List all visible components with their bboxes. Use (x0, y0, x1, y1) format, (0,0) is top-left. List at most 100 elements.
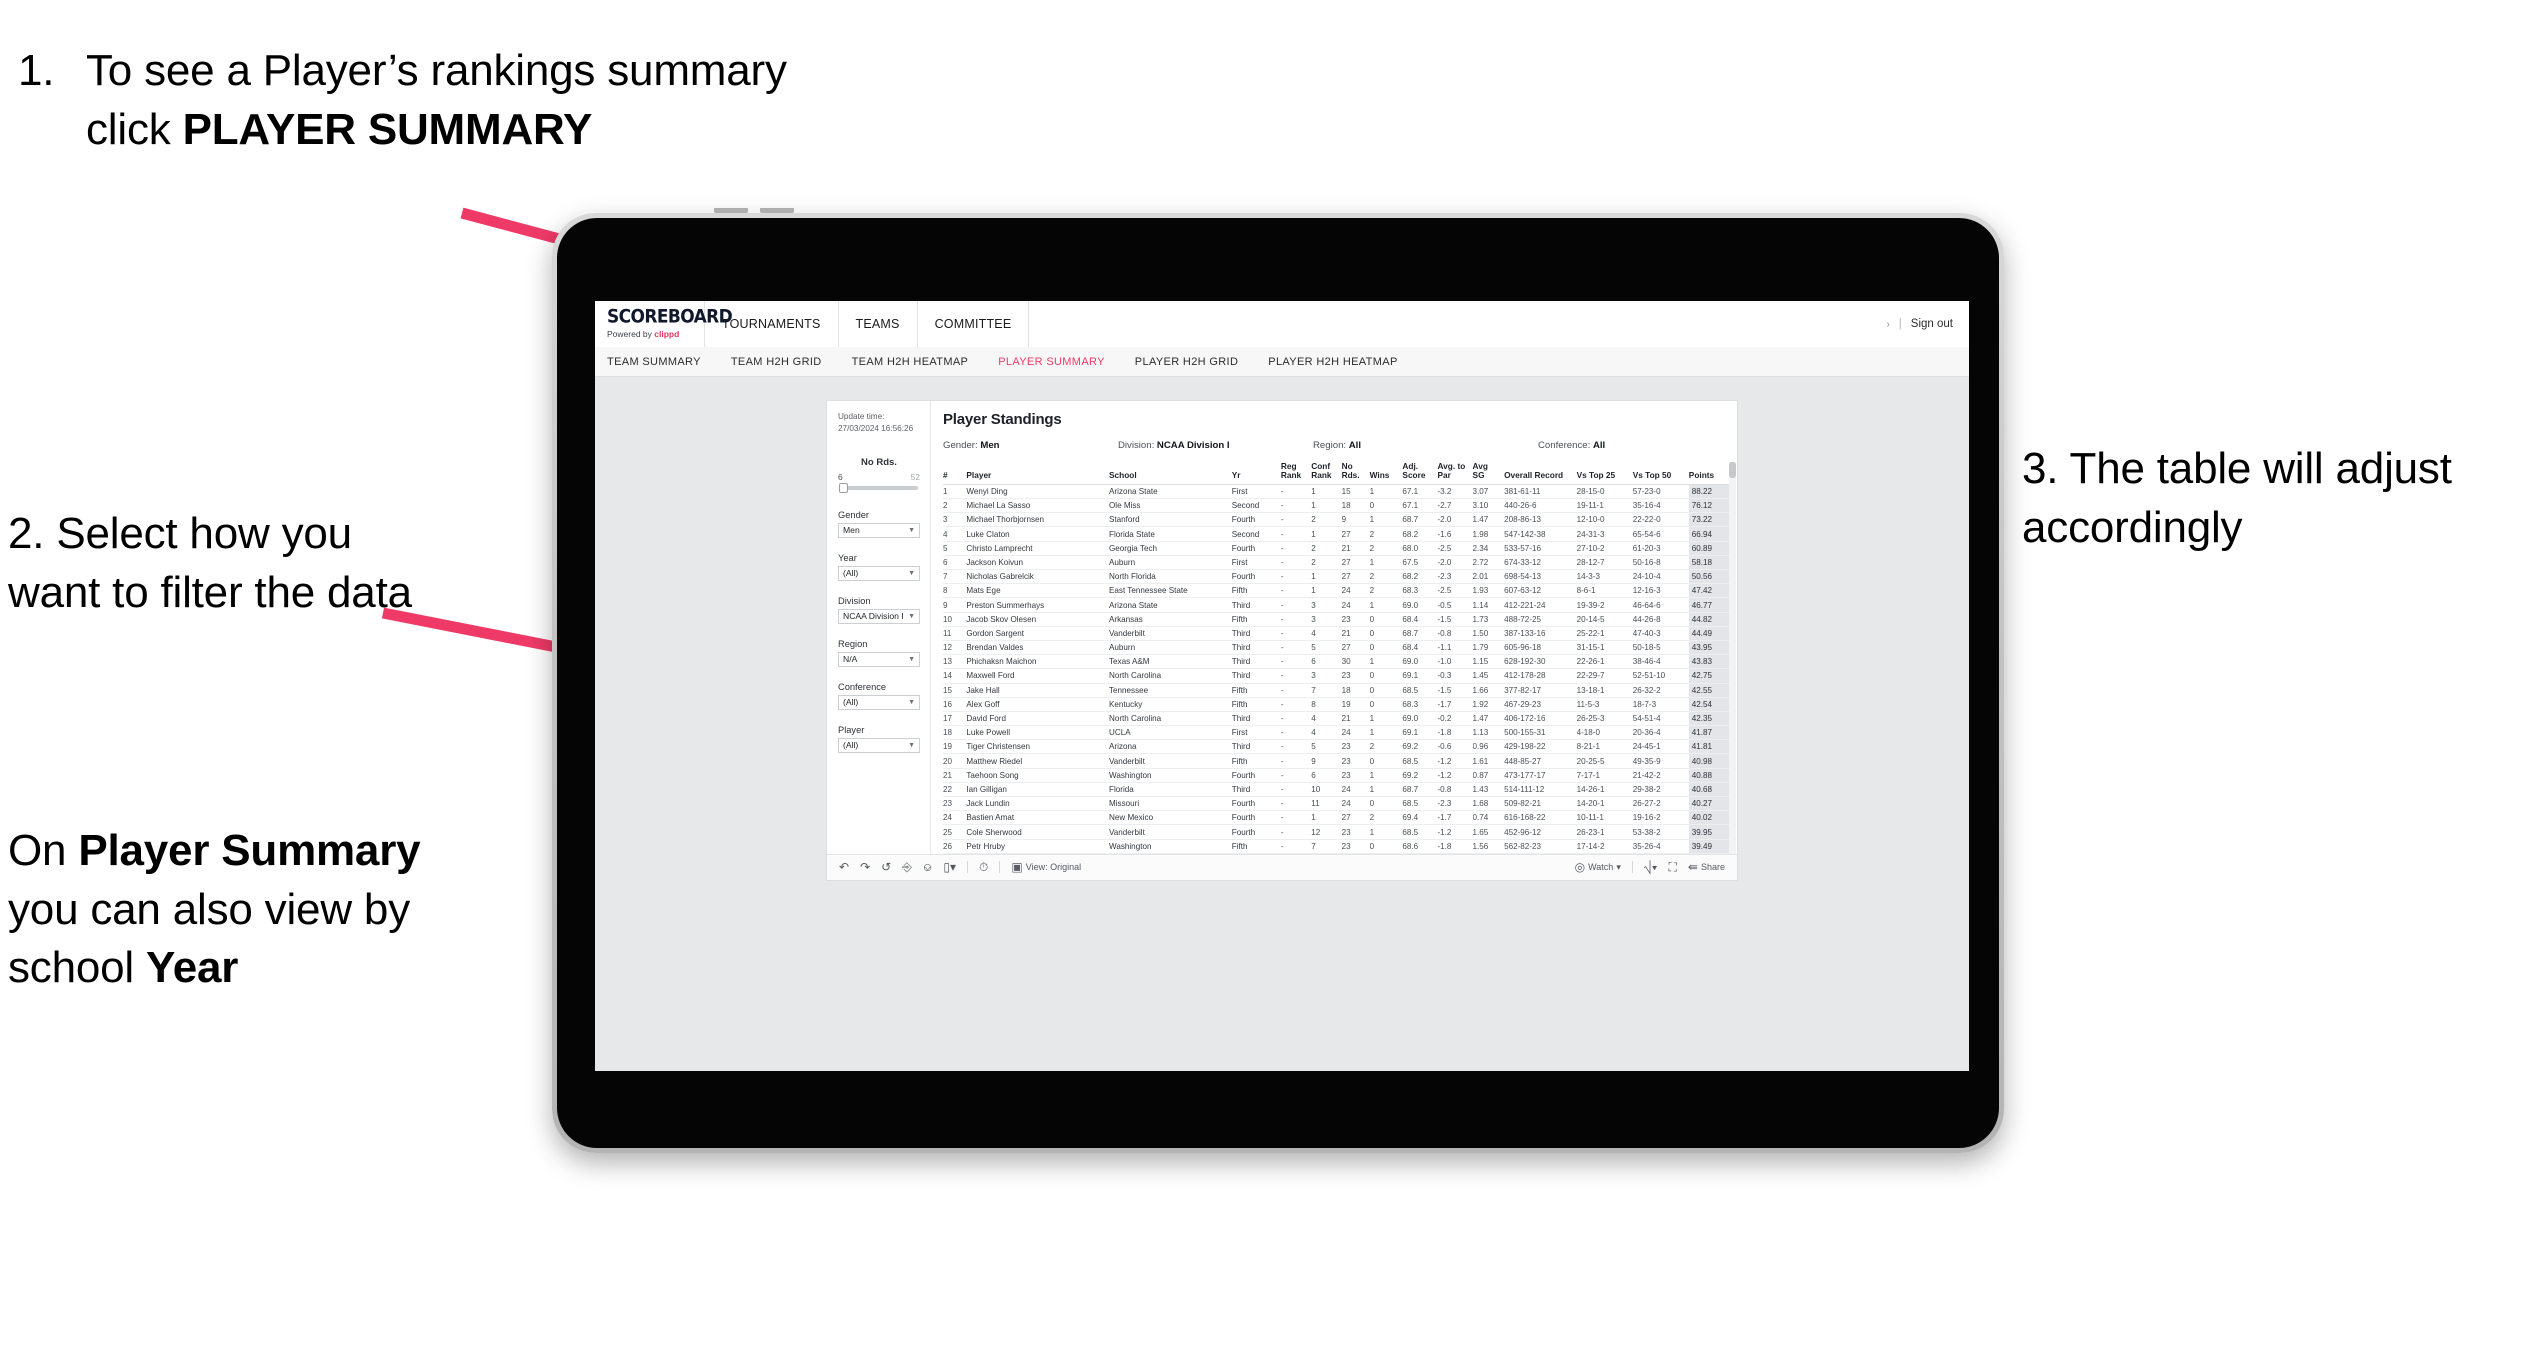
table-row[interactable]: 14 Maxwell Ford North Carolina Third -3 23 0 69… (943, 668, 1731, 684)
filter-year-label: Year (838, 552, 857, 563)
pause-updates-icon[interactable]: ⎉ (923, 861, 933, 873)
summary-division-value: NCAA Division I (1156, 440, 1230, 451)
tab-team-summary[interactable]: TEAM SUMMARY (607, 347, 717, 376)
redo-icon[interactable]: ↷ (860, 861, 870, 873)
tab-player-summary[interactable]: PLAYER SUMMARY (998, 347, 1121, 376)
table-row[interactable]: 18 Luke Powell UCLA First -4 24 1 69.1 -1.8 1.13 5… (943, 725, 1731, 741)
table-row[interactable]: 16 Alex Goff Kentucky Fifth -8 19 0 68.3 -1.7 1.9… (943, 697, 1731, 712)
nav-item-teams[interactable]: TEAMS (839, 301, 918, 347)
cell-reg-rank: - (1280, 796, 1312, 812)
table-row[interactable]: 22 Ian Gilligan Florida Third -10 24 1 68.7 -0.8… (943, 782, 1731, 798)
column-header-vs-top50[interactable]: Vs Top 50 (1632, 462, 1689, 485)
table-row[interactable]: 21 Taehoon Song Washington Fourth -6 23 1 69.2-… (943, 768, 1731, 783)
filter-conference-select[interactable]: (All) ▼ (838, 694, 920, 710)
sign-out-button[interactable]: Sign out (1911, 318, 1953, 330)
column-header-reg-rank[interactable]: Reg Rank (1280, 461, 1312, 485)
cell-vs-top25: 28-12-7 (1576, 555, 1633, 571)
column-header-overall-record[interactable]: Overall Record (1504, 462, 1577, 485)
view-dropdown-icon[interactable]: ▯▾ (943, 861, 956, 873)
table-row[interactable]: 9 Preston Summerhays Arizona State Third -3 2… (943, 597, 1731, 613)
cell-avg-to-par: -1.5 (1437, 683, 1473, 698)
table-row[interactable]: 4 Luke Claton Florida State Second -1 27 2 68.2… (943, 526, 1731, 542)
table-row[interactable]: 5 Christo Lamprecht Georgia Tech Fourth -2 21… (943, 541, 1731, 556)
column-header-vs-top25[interactable]: Vs Top 25 (1576, 462, 1633, 485)
cell-yr: Fifth (1231, 697, 1281, 712)
nav-item-committee[interactable]: COMMITTEE (918, 301, 1030, 347)
filter-region-select[interactable]: N/A ▼ (838, 651, 920, 667)
cell-adj-score: 69.0 (1402, 597, 1438, 613)
cell-yr: Fifth (1231, 683, 1281, 698)
tab-player-h2h-grid[interactable]: PLAYER H2H GRID (1135, 347, 1254, 376)
tab-team-h2h-heatmap[interactable]: TEAM H2H HEATMAP (852, 347, 985, 376)
tab-player-h2h-heatmap[interactable]: PLAYER H2H HEATMAP (1268, 347, 1413, 376)
cell-points: 41.87 (1688, 725, 1731, 741)
column-header-yr[interactable]: Yr (1231, 462, 1281, 485)
table-row[interactable]: 7 Nicholas Gabrelcik North Florida Fourth -1… (943, 569, 1731, 585)
cell-adj-score: 67.1 (1402, 498, 1438, 514)
table-row[interactable]: 25 Cole Sherwood Vanderbilt Fourth -12 23 1 68.… (943, 824, 1731, 840)
no-rounds-slider-handle[interactable] (839, 482, 848, 493)
cell-conf-rank: 2 (1311, 555, 1342, 571)
tab-team-h2h-grid[interactable]: TEAM H2H GRID (731, 347, 838, 376)
undo-icon[interactable]: ↶ (839, 861, 849, 873)
cell-reg-rank: - (1280, 612, 1312, 627)
filter-gender-select[interactable]: Men ▼ (838, 522, 920, 538)
column-header-player[interactable]: Player (966, 462, 1109, 485)
column-header-school[interactable]: School (1109, 462, 1232, 485)
summary-region-label: Region: (1313, 440, 1349, 451)
table-row[interactable]: 8 Mats Ege East Tennessee State Fifth -1 24 2 6… (943, 583, 1731, 599)
table-vertical-scrollbar[interactable] (1729, 462, 1736, 854)
callout-2b-b2: Year (146, 943, 239, 993)
column-header-wins[interactable]: Wins (1369, 462, 1403, 485)
column-header-conf-rank[interactable]: Conf Rank (1311, 461, 1342, 485)
table-row[interactable]: 6 Jackson Koivun Auburn First -2 27 1 67.5 -2.0 2… (943, 555, 1731, 571)
account-chevron-icon[interactable]: › (1886, 319, 1889, 330)
watch-button[interactable]: ◎ Watch ▾ (1575, 861, 1621, 873)
alert-icon[interactable]: ⏱ (979, 861, 988, 873)
revert-icon[interactable]: ↺ (881, 861, 891, 873)
table-row[interactable]: 13 Phichaksn Maichon Texas A&M Third -6 30 1 69… (943, 654, 1731, 670)
column-header-rank[interactable]: # (943, 462, 967, 485)
download-icon[interactable]: ⎷▾ (1644, 861, 1658, 873)
filter-player-select[interactable]: (All) ▼ (838, 737, 920, 753)
table-row[interactable]: 10 Jacob Skov Olesen Arkansas Fifth -3 23 0 68.… (943, 612, 1731, 627)
share-button[interactable]: ⇚ Share (1688, 861, 1725, 873)
cell-vs-top50: 20-36-4 (1632, 725, 1689, 741)
summary-conference-label: Conference: (1538, 440, 1593, 451)
refresh-data-icon[interactable]: ⎆ (902, 861, 912, 873)
column-header-points[interactable]: Points (1688, 462, 1731, 485)
cell-vs-top50: 12-16-3 (1632, 583, 1689, 599)
table-row[interactable]: 19 Tiger Christensen Arizona Third -5 23 2 69.2… (943, 739, 1731, 755)
column-header-adj-score[interactable]: Adj. Score (1402, 461, 1438, 485)
filter-year-select[interactable]: (All) ▼ (838, 565, 920, 581)
view-original-button[interactable]: ▣ View: Original (1011, 861, 1081, 873)
table-row[interactable]: 11 Gordon Sargent Vanderbilt Third -4 21 0 68.7… (943, 626, 1731, 641)
cell-player: Petr Hruby (966, 839, 1109, 854)
table-row[interactable]: 12 Brendan Valdes Auburn Third -5 27 0 68.4 -1.1… (943, 640, 1731, 656)
table-row[interactable]: 1 Wenyi Ding Arizona State First -1 15 1 67.1 -3… (943, 484, 1731, 500)
cell-no-rds: 18 (1341, 683, 1370, 698)
table-row[interactable]: 24 Bastien Amat New Mexico Fourth -1 27 2 69.4-… (943, 810, 1731, 826)
cell-conf-rank: 1 (1311, 583, 1342, 599)
table-row[interactable]: 20 Matthew Riedel Vanderbilt Fifth -9 23 0 68.5… (943, 753, 1731, 769)
no-rounds-slider-track[interactable] (839, 482, 918, 493)
cell-reg-rank: - (1280, 753, 1312, 769)
cell-avg-to-par: -1.5 (1437, 612, 1473, 627)
table-row[interactable]: 2 Michael La Sasso Ole Miss Second -1 18 0 67.1… (943, 498, 1731, 514)
column-header-avg-sg[interactable]: Avg SG (1472, 461, 1505, 485)
app-logo[interactable]: SCOREBOARD Powered by clippd (595, 301, 733, 347)
column-header-avg-to-par[interactable]: Avg. to Par (1437, 461, 1473, 485)
cell-conf-rank: 10 (1311, 782, 1342, 798)
filter-division-select[interactable]: NCAA Division I ▼ (838, 608, 920, 624)
table-row[interactable]: 23 Jack Lundin Missouri Fourth -11 24 0 68.5 -2.… (943, 796, 1731, 812)
table-row[interactable]: 3 Michael Thorbjornsen Stanford Fourth -2 9 1 6… (943, 512, 1731, 528)
cell-avg-to-par: -2.0 (1437, 555, 1473, 571)
table-scrollbar-thumb[interactable] (1729, 462, 1736, 478)
table-row[interactable]: 26 Petr Hruby Washington Fifth -7 23 0 68.6 -1.8… (943, 839, 1731, 854)
cell-overall-record: 514-111-12 (1504, 782, 1577, 798)
table-row[interactable]: 17 David Ford North Carolina Third -4 21 1 69.0… (943, 711, 1731, 727)
cell-conf-rank: 3 (1311, 668, 1342, 684)
fullscreen-icon[interactable]: ⛶ (1669, 861, 1677, 873)
table-row[interactable]: 15 Jake Hall Tennessee Fifth -7 18 0 68.5 -1.5 1.… (943, 683, 1731, 698)
column-header-no-rds[interactable]: No Rds. (1341, 461, 1370, 485)
